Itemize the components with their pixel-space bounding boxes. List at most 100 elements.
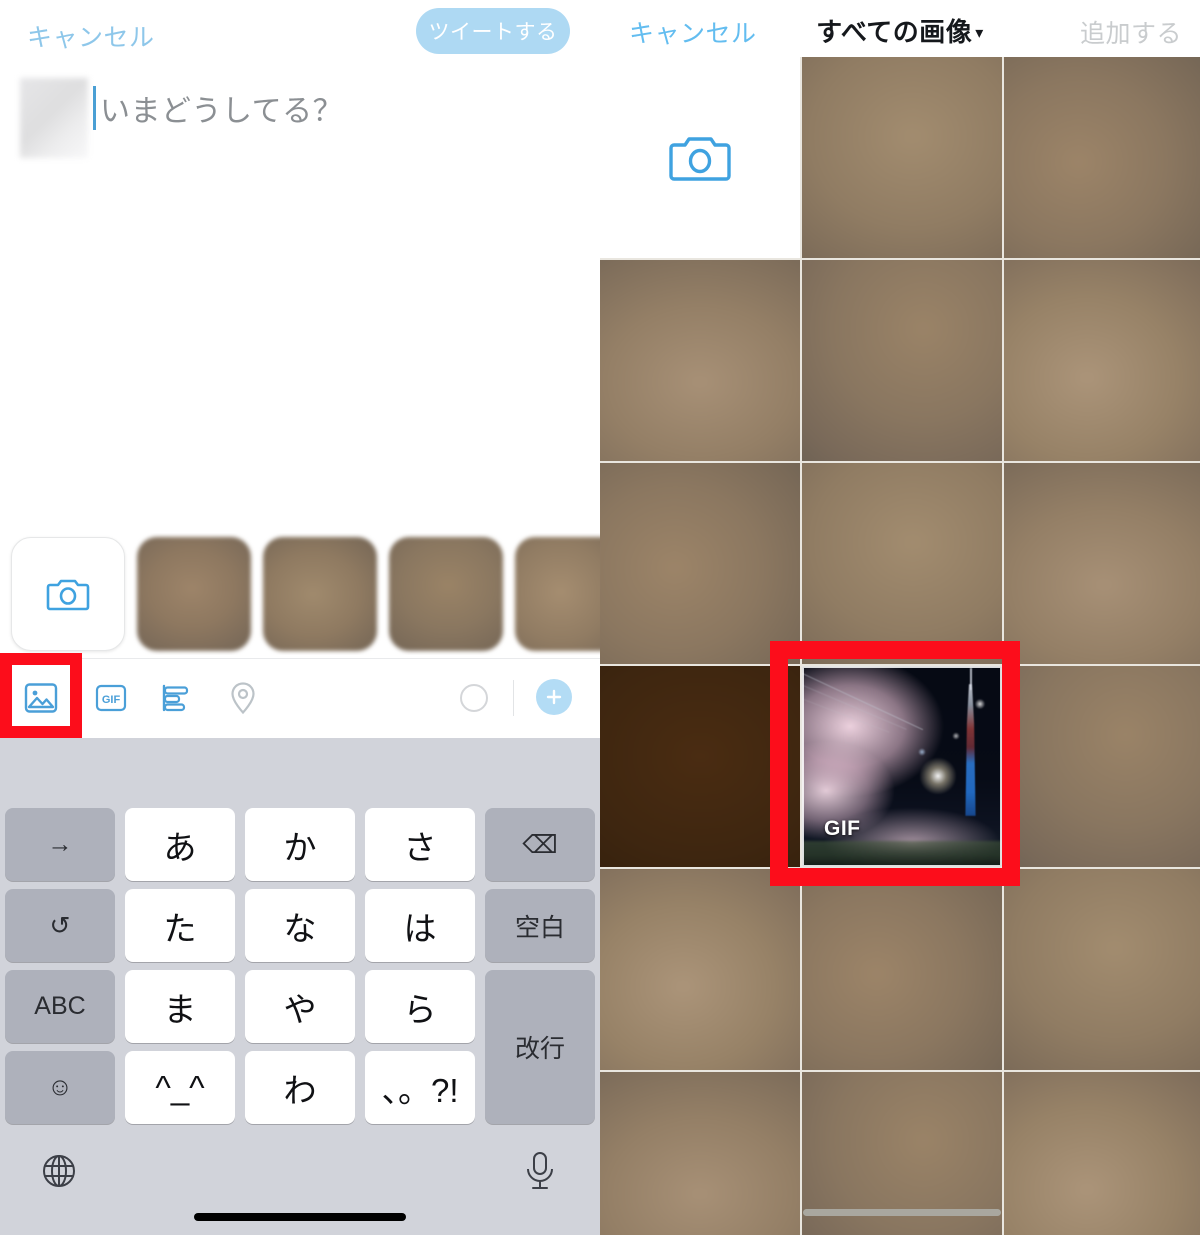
keyboard-switch-button[interactable] (36, 1148, 82, 1194)
photo-cell[interactable] (1004, 1072, 1200, 1235)
key-wa[interactable]: わ (245, 1051, 355, 1124)
key-a[interactable]: あ (125, 808, 235, 881)
photo-cell[interactable] (1004, 869, 1200, 1070)
gif-icon: GIF (95, 684, 127, 712)
chevron-down-icon: ▾ (975, 25, 984, 42)
picker-album-title: すべての画像 (816, 17, 973, 47)
text-cursor (93, 86, 96, 130)
skytree-tower (965, 684, 976, 816)
key-cell: ABC (0, 966, 120, 1047)
poll-icon (162, 684, 189, 712)
key-next-candidate[interactable]: → (5, 808, 115, 881)
key-ta[interactable]: た (125, 889, 235, 962)
photo-cell[interactable] (1004, 463, 1200, 664)
photo-cell[interactable] (1004, 666, 1200, 867)
photo-cell[interactable] (1004, 260, 1200, 461)
key-sa[interactable]: さ (365, 808, 475, 881)
screenshot-root: キャンセル ツイートする いまどうしてる？ GIF → あ か さ ⌫ ↺ た … (0, 0, 1200, 1235)
tweet-submit-button[interactable]: ツイートする (416, 8, 570, 54)
svg-text:GIF: GIF (102, 694, 121, 706)
picker-header: キャンセル すべての画像 ▾ 追加する (600, 0, 1200, 57)
key-emoji[interactable]: ☺ (5, 1051, 115, 1124)
key-cell: ま (120, 966, 240, 1047)
dictation-button[interactable] (517, 1148, 563, 1194)
key-cell: さ (360, 804, 480, 885)
japanese-kana-keyboard: → あ か さ ⌫ ↺ た な は 空白 ABC ま や ら 改行 ☺ ^_^ … (0, 804, 600, 1235)
key-cell: は (360, 885, 480, 966)
photo-cell[interactable] (600, 260, 800, 461)
gif-badge: GIF (824, 817, 861, 840)
key-backspace[interactable]: ⌫ (485, 808, 595, 881)
key-ya[interactable]: や (245, 970, 355, 1043)
key-ra[interactable]: ら (365, 970, 475, 1043)
key-ha[interactable]: は (365, 889, 475, 962)
photo-cell[interactable] (802, 260, 1002, 461)
key-cell: た (120, 885, 240, 966)
compose-tweet-panel: キャンセル ツイートする いまどうしてる？ GIF → あ か さ ⌫ ↺ た … (0, 0, 600, 1235)
key-undo[interactable]: ↺ (5, 889, 115, 962)
compose-poll-button[interactable] (156, 677, 198, 719)
key-kaomoji[interactable]: ^_^ (125, 1051, 235, 1124)
grid-camera-button[interactable] (600, 57, 800, 258)
key-cell: わ (240, 1047, 360, 1128)
key-cell: ⌫ (480, 804, 600, 885)
add-tweet-button[interactable] (536, 679, 572, 715)
key-cell: → (0, 804, 120, 885)
compose-image-button[interactable] (20, 677, 62, 719)
strip-thumbnail[interactable] (515, 537, 600, 651)
horizontal-scrollbar[interactable] (803, 1209, 1001, 1216)
home-indicator (194, 1213, 406, 1221)
photo-cell[interactable] (600, 666, 800, 867)
ground-strip (802, 841, 1002, 867)
key-ka[interactable]: か (245, 808, 355, 881)
plus-icon (546, 689, 562, 705)
character-count-circle (460, 684, 488, 712)
key-space[interactable]: 空白 (485, 889, 595, 962)
image-icon (24, 683, 58, 713)
gif-photo-cell[interactable]: GIF (802, 666, 1002, 867)
photo-cell[interactable] (1004, 57, 1200, 258)
camera-icon (669, 136, 731, 181)
photo-cell[interactable] (600, 1072, 800, 1235)
compose-text-input[interactable]: いまどうしてる？ (100, 86, 343, 130)
strip-thumbnail[interactable] (389, 537, 503, 651)
photo-cell[interactable] (802, 463, 1002, 664)
key-cell: や (240, 966, 360, 1047)
microphone-icon (527, 1152, 553, 1189)
key-punctuation[interactable]: 、。?! (365, 1051, 475, 1124)
photo-cell[interactable] (802, 57, 1002, 258)
key-cell: ら (360, 966, 480, 1047)
strip-thumbnail[interactable] (263, 537, 377, 651)
power-line (802, 682, 907, 730)
camera-icon (46, 579, 90, 611)
compose-cancel-button[interactable]: キャンセル (27, 18, 155, 54)
photo-cell[interactable] (600, 463, 800, 664)
power-line (802, 696, 890, 733)
key-cell: ☺ (0, 1047, 120, 1128)
key-cell: 空白 (480, 885, 600, 966)
key-ma[interactable]: ま (125, 970, 235, 1043)
keyboard-key-grid: → あ か さ ⌫ ↺ た な は 空白 ABC ま や ら 改行 ☺ ^_^ … (0, 804, 600, 1128)
key-cell: な (240, 885, 360, 966)
keyboard-suggestion-bar[interactable] (0, 738, 600, 804)
globe-icon (43, 1155, 75, 1187)
key-cell: 改行 (480, 966, 600, 1128)
key-cell: ^_^ (120, 1047, 240, 1128)
photo-picker-panel: キャンセル すべての画像 ▾ 追加する GIF (600, 0, 1200, 1235)
compose-gif-button[interactable]: GIF (90, 677, 132, 719)
toolbar-divider (513, 680, 514, 716)
picker-add-button[interactable]: 追加する (1080, 14, 1182, 50)
compose-location-button[interactable] (222, 677, 264, 719)
avatar (20, 78, 88, 158)
strip-camera-button[interactable] (11, 537, 125, 651)
photo-grid: GIF (600, 57, 1200, 1235)
recent-media-strip[interactable] (0, 533, 600, 655)
photo-cell[interactable] (802, 869, 1002, 1070)
key-return[interactable]: 改行 (485, 970, 595, 1124)
photo-cell[interactable] (600, 869, 800, 1070)
key-na[interactable]: な (245, 889, 355, 962)
key-abc[interactable]: ABC (5, 970, 115, 1043)
key-cell: あ (120, 804, 240, 885)
compose-header: キャンセル ツイートする (0, 0, 600, 64)
strip-thumbnail[interactable] (137, 537, 251, 651)
